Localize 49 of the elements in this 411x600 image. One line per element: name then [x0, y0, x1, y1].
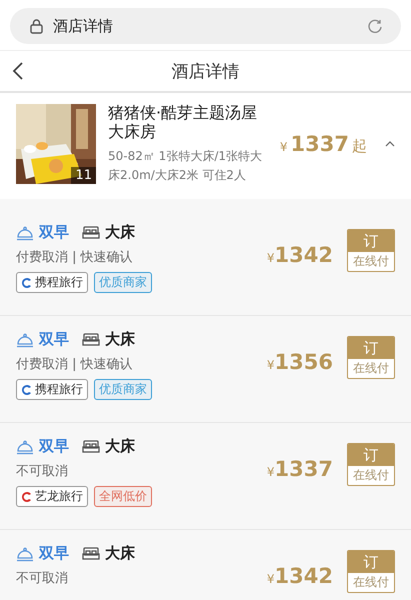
address-bar[interactable]: 酒店详情: [10, 8, 401, 44]
reload-icon[interactable]: [367, 18, 383, 34]
offer-price: 1356: [274, 350, 333, 374]
bed-label: 大床: [105, 544, 135, 563]
policy-text: 不可取消: [16, 463, 69, 480]
source-name: 携程旅行: [35, 274, 83, 291]
badge: 优质商家: [94, 272, 152, 293]
policy-text: 付费取消 | 快速确认: [16, 356, 134, 373]
bed-label: 大床: [105, 330, 135, 349]
breakfast-label: 双早: [39, 223, 69, 242]
nav-title: 酒店详情: [172, 60, 240, 82]
cloche-icon: [16, 438, 34, 454]
page-title: 酒店详情: [53, 16, 114, 36]
photo-count: 11: [71, 167, 96, 184]
room-details: 50-82㎡ 1张特大床/1张特大床2.0m/大床2米 可住2人: [108, 148, 263, 184]
offer-price: 1337: [274, 457, 333, 481]
cloche-icon: [16, 546, 34, 562]
policy-text: 付费取消 | 快速确认: [16, 249, 134, 266]
currency-sign: ¥: [280, 140, 288, 154]
policy-text: 不可取消: [16, 570, 69, 587]
cloche-icon: [16, 332, 34, 348]
bed-icon: [82, 226, 100, 240]
book-button[interactable]: 订 在线付: [347, 443, 395, 486]
price-suffix: 起: [352, 137, 367, 156]
bed-icon: [82, 546, 100, 560]
lock-icon: [30, 18, 43, 34]
room-name: 猪猪侠·酷芽主题汤屋大床房: [108, 103, 258, 141]
book-button[interactable]: 订 在线付: [347, 336, 395, 379]
currency-sign: ¥: [266, 572, 275, 586]
source-name: 携程旅行: [35, 381, 83, 398]
offer-price: 1342: [274, 564, 333, 588]
breakfast-label: 双早: [39, 437, 69, 456]
breakfast-label: 双早: [39, 330, 69, 349]
bed-icon: [82, 440, 100, 454]
badge: 优质商家: [94, 379, 152, 400]
currency-sign: ¥: [266, 251, 275, 265]
book-button[interactable]: 订 在线付: [347, 550, 395, 593]
bed-label: 大床: [105, 437, 135, 456]
source-name: 艺龙旅行: [35, 488, 83, 505]
book-button[interactable]: 订 在线付: [347, 229, 395, 272]
room-price: 1337: [290, 132, 349, 156]
currency-sign: ¥: [266, 465, 275, 479]
bed-label: 大床: [105, 223, 135, 242]
currency-sign: ¥: [266, 358, 275, 372]
cloche-icon: [16, 224, 34, 240]
bed-icon: [82, 332, 100, 346]
breakfast-label: 双早: [39, 544, 69, 563]
offer-price: 1342: [274, 243, 333, 267]
badge: 全网低价: [94, 486, 152, 507]
